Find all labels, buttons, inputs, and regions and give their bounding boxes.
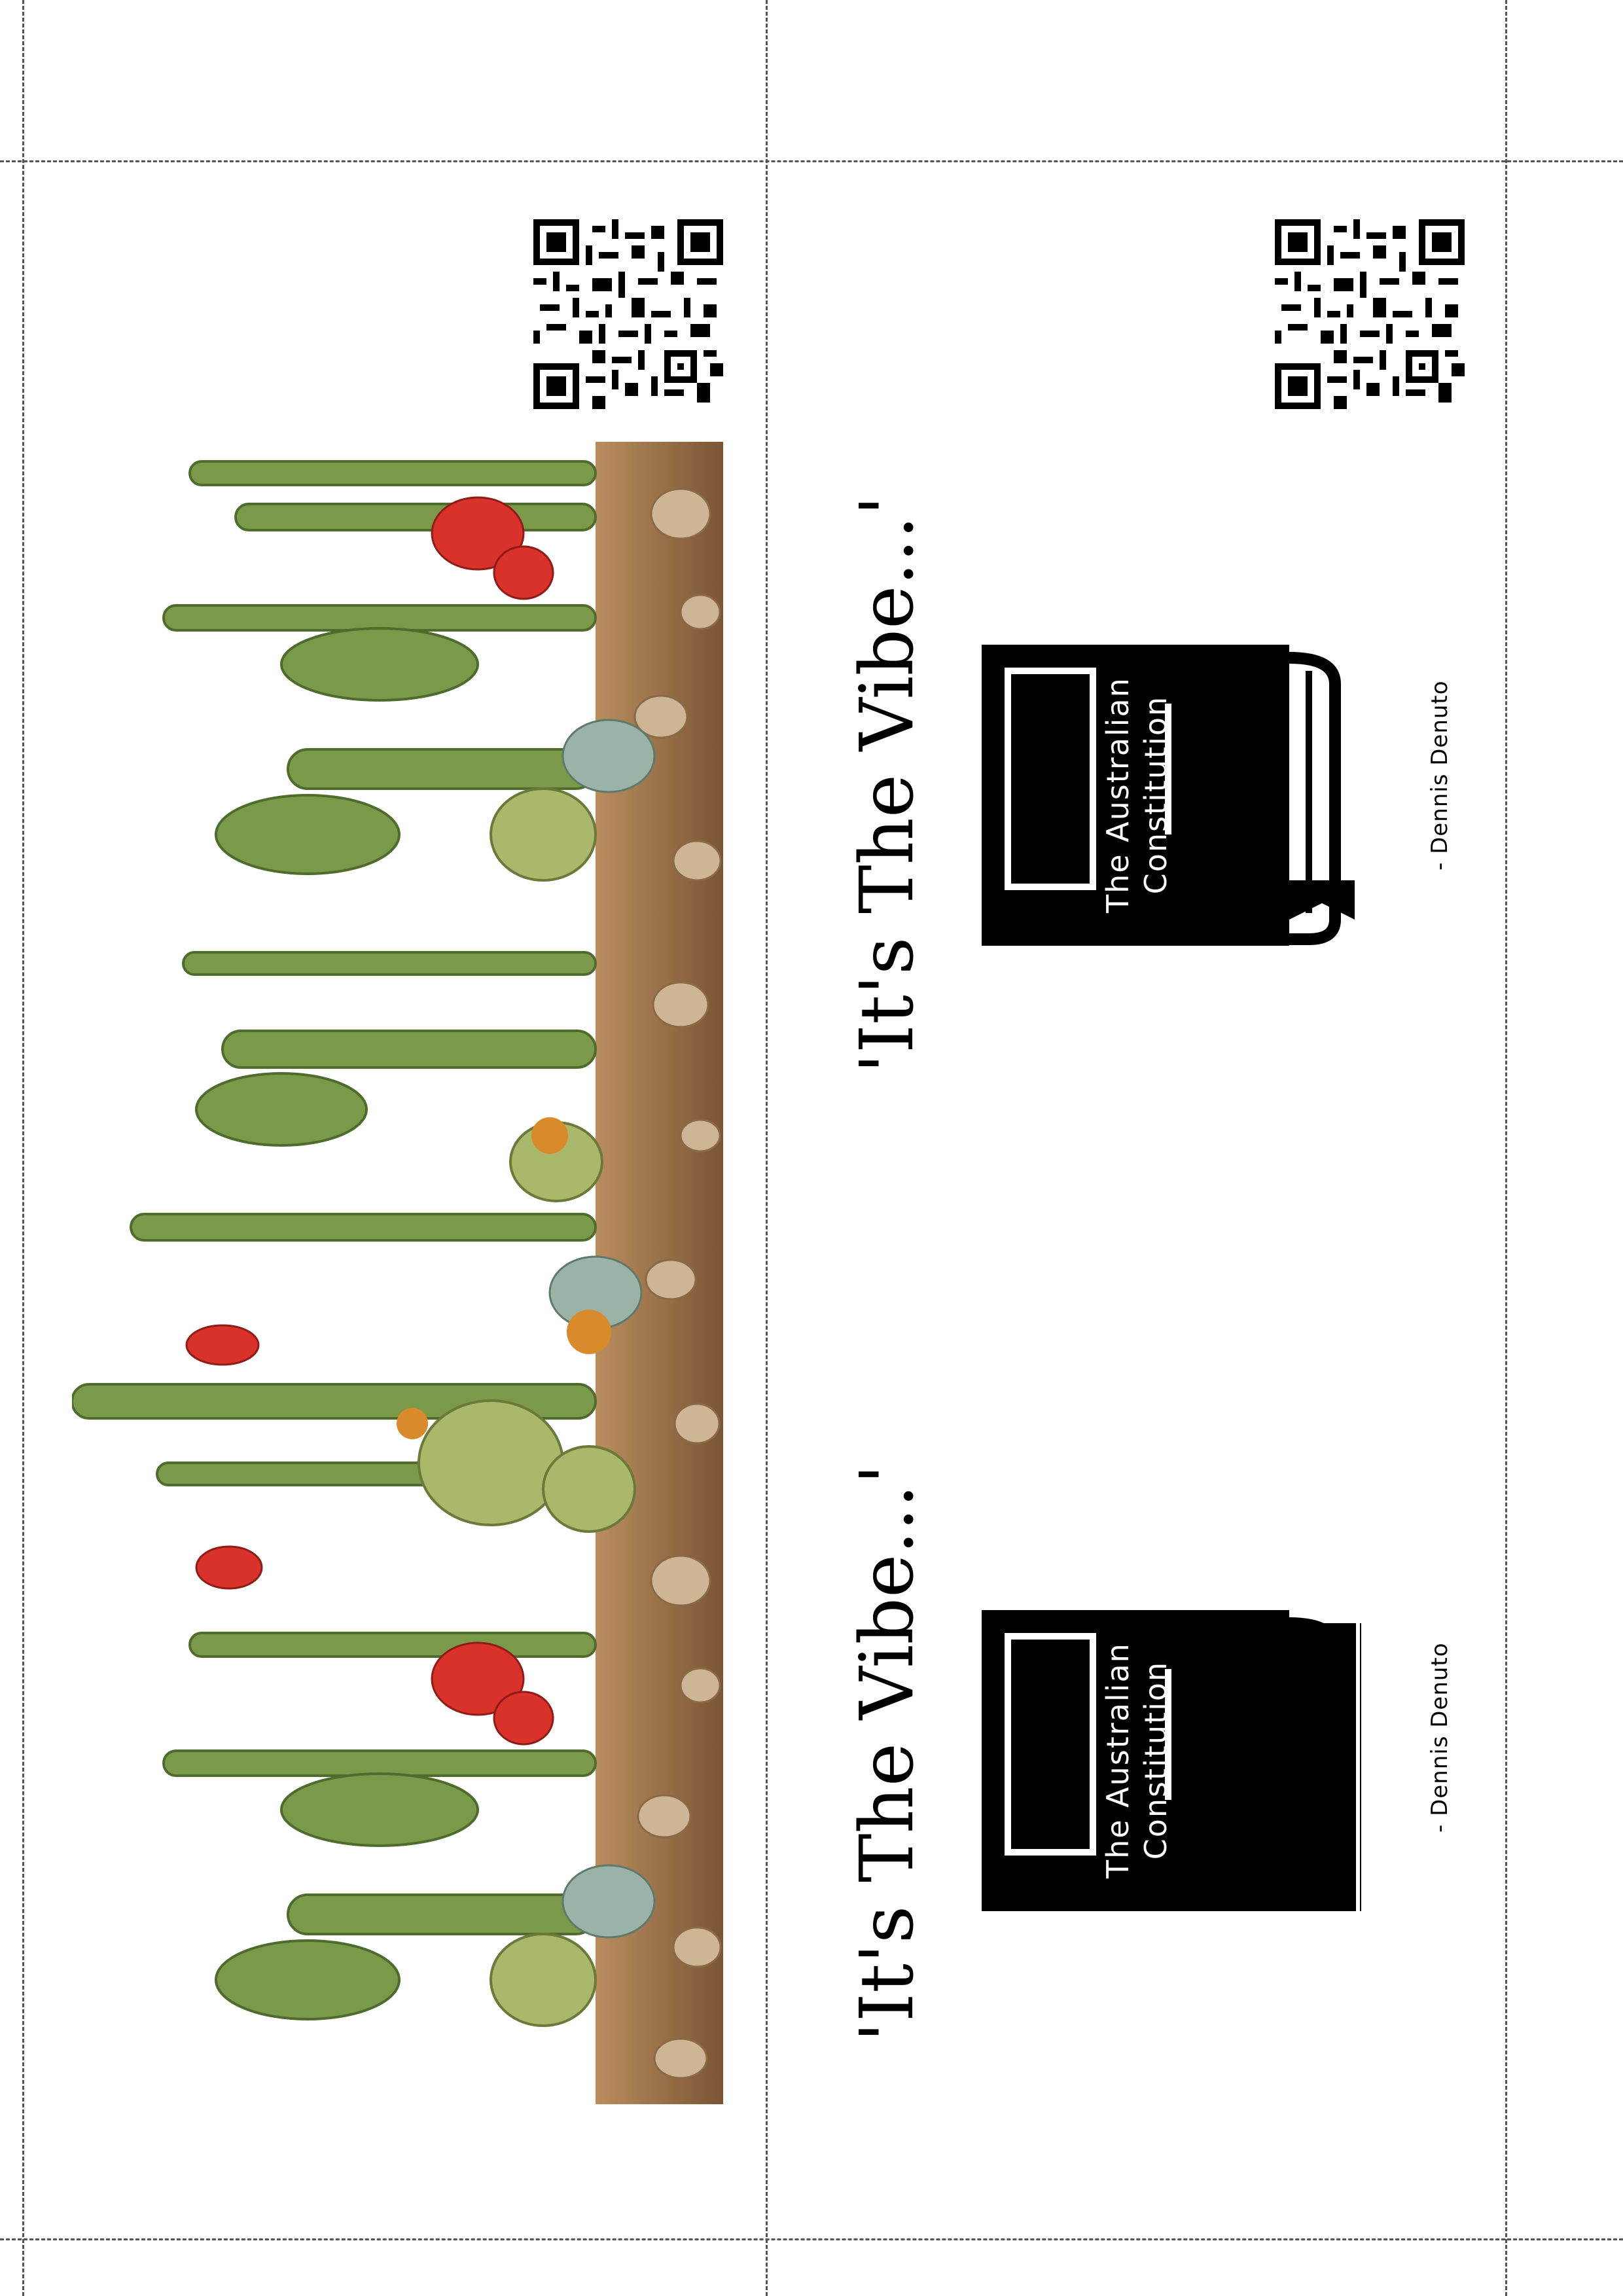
quote-text: 'It's The Vibe...' — [845, 495, 930, 1073]
cut-line-right — [1505, 0, 1507, 2296]
cut-line-middle — [766, 0, 768, 2296]
cactus-illustration — [72, 442, 723, 2104]
book-title-line2: Constitution — [1137, 1660, 1173, 1860]
book-title-line1: The Australian — [1100, 677, 1135, 913]
quote-text: 'It's The Vibe...' — [845, 1464, 930, 2042]
book-title-line2: Constitution — [1137, 695, 1173, 895]
attribution: - Dennis Denuto — [1427, 1642, 1453, 1833]
book-title: The Australian Constitution — [1099, 677, 1175, 913]
cut-line-top — [0, 160, 1623, 162]
book-icon — [982, 1610, 1368, 1911]
book-title-line1: The Australian — [1100, 1642, 1135, 1878]
qr-code-icon — [533, 219, 723, 409]
book-icon — [982, 645, 1368, 946]
cut-line-bottom — [0, 2238, 1623, 2240]
qr-code-icon — [1275, 219, 1465, 409]
book-title: The Australian Constitution — [1099, 1642, 1175, 1878]
attribution: - Dennis Denuto — [1427, 680, 1453, 870]
cut-line-left — [22, 0, 24, 2296]
